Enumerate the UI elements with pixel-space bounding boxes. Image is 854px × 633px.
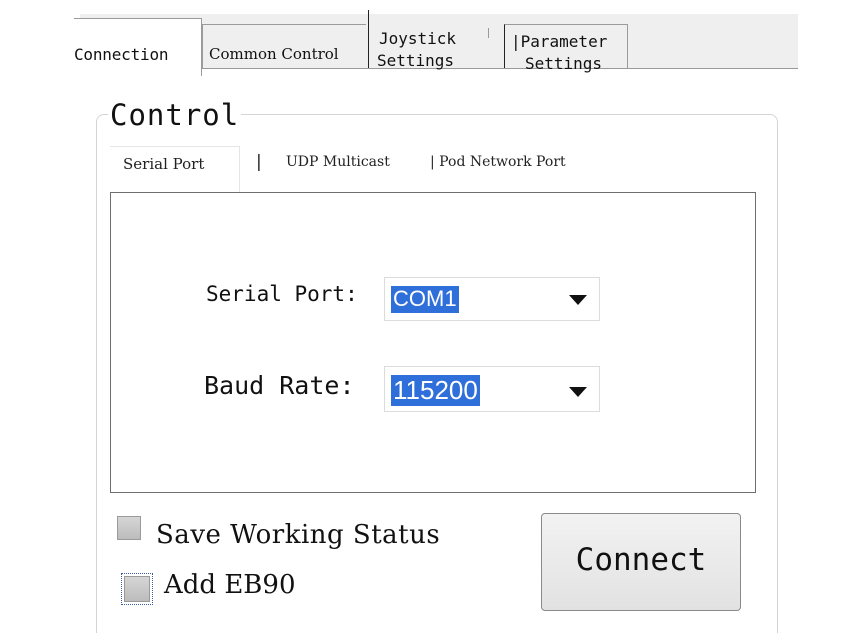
tab-joystick-settings[interactable]: Joystick Settings: [368, 10, 486, 70]
tab-common-control[interactable]: Common Control: [202, 24, 366, 68]
add-eb90-checkbox[interactable]: [121, 573, 153, 605]
subtab-serial-port[interactable]: Serial Port: [110, 146, 240, 196]
control-group-title: Control: [108, 98, 242, 132]
baud-rate-label: Baud Rate:: [204, 371, 355, 400]
baud-rate-select[interactable]: 115200: [384, 366, 600, 412]
subtab-serial-port-label: Serial Port: [123, 155, 205, 173]
dropdown-arrow-icon[interactable]: [569, 387, 587, 397]
subtab-udp-multicast[interactable]: UDP Multicast: [286, 154, 390, 170]
tab-connection[interactable]: Connection: [74, 18, 202, 76]
tab-common-control-label: Common Control: [209, 45, 339, 63]
subtab-pod-network-port-label: | Pod Network Port: [430, 154, 566, 170]
tab-connection-label: Connection: [74, 45, 169, 64]
tab-parameter-label-line1: |Parameter: [511, 32, 608, 51]
subtab-separator: |: [256, 152, 262, 172]
subtab-udp-multicast-label: UDP Multicast: [286, 154, 390, 170]
dropdown-arrow-icon[interactable]: [569, 295, 587, 305]
serial-port-value: COM1: [391, 286, 459, 313]
connect-button[interactable]: Connect: [541, 513, 741, 611]
tab-joystick-label-line2: Settings: [377, 51, 455, 70]
save-working-status-checkbox[interactable]: [117, 516, 141, 540]
save-working-status-label[interactable]: Save Working Status: [156, 520, 440, 550]
tab-strip-divider: [200, 68, 798, 69]
serial-port-select[interactable]: COM1: [384, 277, 600, 321]
tab-joystick-label-line1: Joystick: [379, 29, 457, 48]
tab-parameter-label-line2: Settings: [525, 54, 603, 73]
tab-tick-mark: [488, 28, 489, 38]
add-eb90-label[interactable]: Add EB90: [164, 570, 296, 600]
subtab-pod-network-port[interactable]: | Pod Network Port: [430, 154, 566, 170]
app-window: Connection Common Control Joystick Setti…: [0, 0, 854, 633]
tab-parameter-settings[interactable]: |Parameter Settings: [504, 24, 628, 73]
baud-rate-value: 115200: [391, 375, 480, 406]
serial-port-label: Serial Port:: [206, 282, 358, 306]
connect-button-label: Connect: [575, 542, 707, 578]
serial-port-panel: [110, 192, 756, 493]
